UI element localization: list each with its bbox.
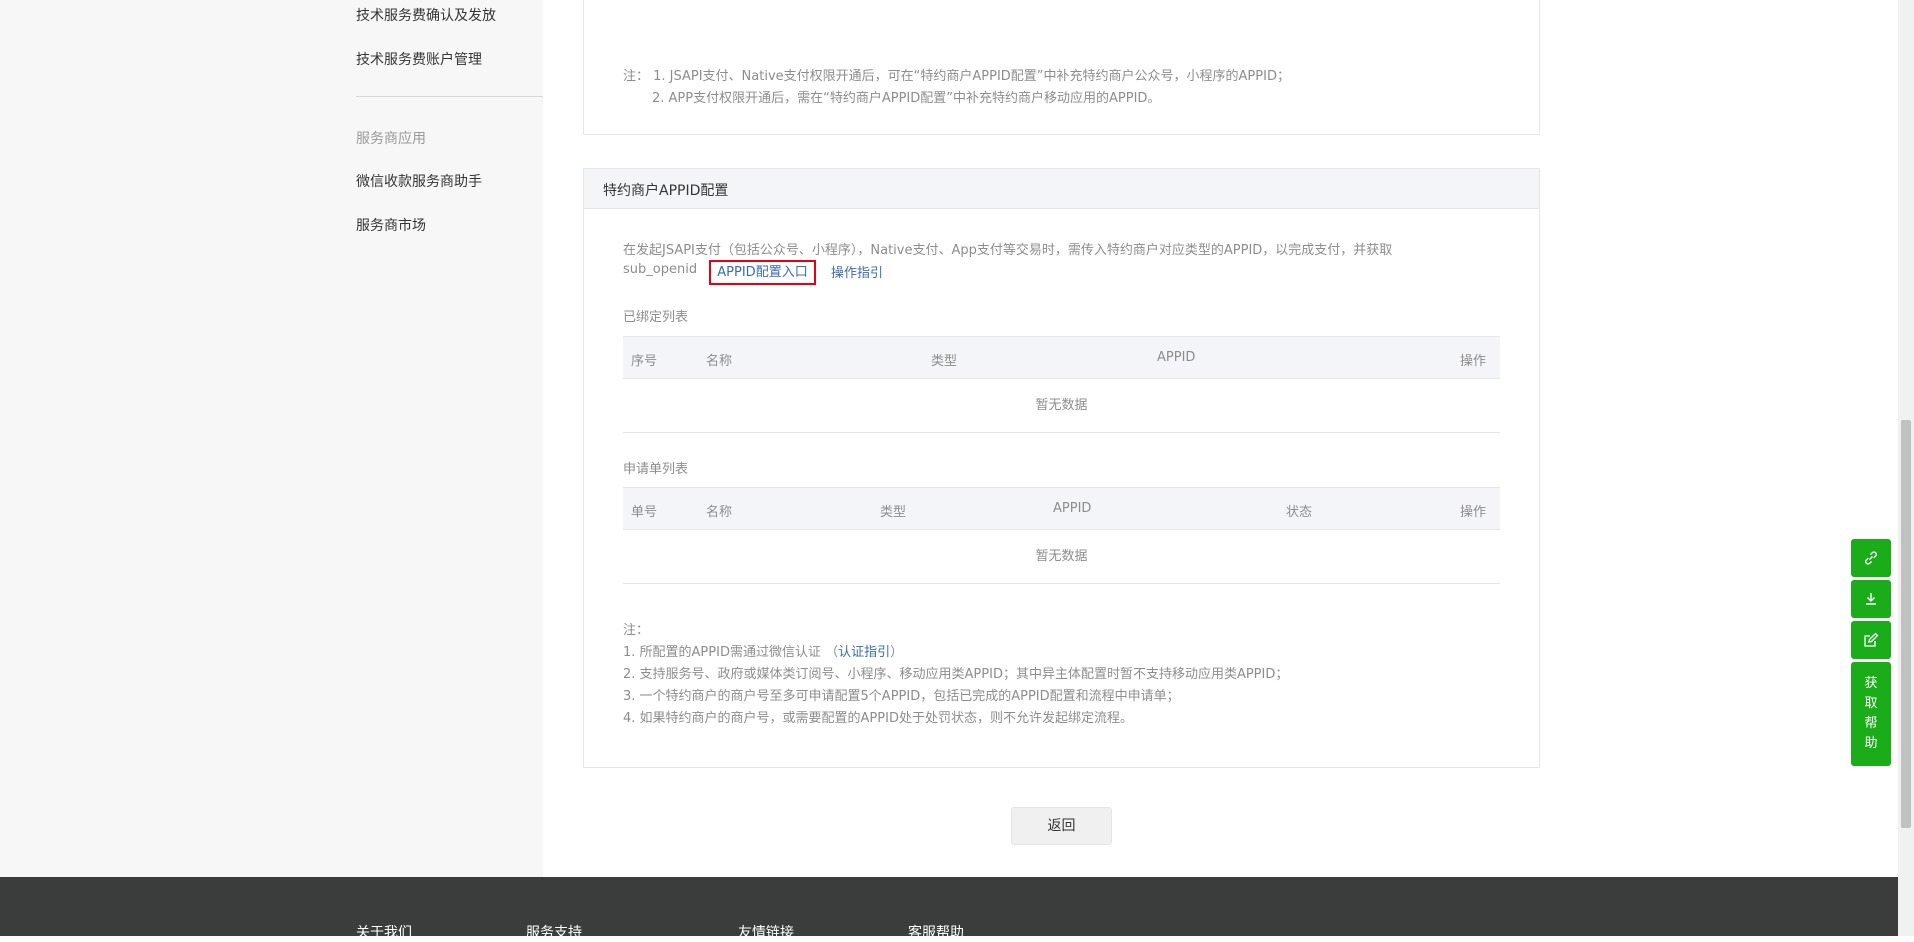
column-header: 操作 [1460,505,1487,520]
scrollbar-thumb[interactable] [1901,420,1911,828]
bound-table-empty: 暂无数据 [623,379,1500,433]
column-header: 名称 [706,505,733,520]
get-help-button[interactable]: 获取帮助 [1851,662,1891,766]
sidebar: 技术服务费确认及发放 技术服务费账户管理 服务商应用 微信收款服务商助手 服务商… [0,0,543,877]
column-header: APPID [1157,350,1196,365]
top-note-line-2: 2. APP支付权限开通后，需在“特约商户APPID配置”中补充特约商户移动应用… [652,91,1161,106]
column-header: 操作 [1460,354,1487,369]
column-header: APPID [1053,501,1092,516]
note-3: 3. 一个特约商户的商户号至多可申请配置5个APPID，包括已完成的APPID配… [623,689,1180,704]
appid-description-sub-openid: sub_openid [623,262,698,277]
note-2: 2. 支持服务号、政府或媒体类订阅号、小程序、移动应用类APPID；其中异主体配… [623,667,1289,682]
bound-list-label: 已绑定列表 [623,310,689,325]
panel-title: 特约商户APPID配置 [603,183,729,199]
sidebar-item-service-market[interactable]: 服务商市场 [356,215,426,235]
appid-config-entry-link[interactable]: APPID配置入口 [709,260,816,285]
apply-table-empty: 暂无数据 [623,530,1500,584]
sidebar-group-title: 服务商应用 [356,131,426,147]
page-scrollbar[interactable] [1898,0,1914,936]
sidebar-item-payment-assistant[interactable]: 微信收款服务商助手 [356,171,482,191]
footer-link-customer-help[interactable]: 客服帮助 [908,922,964,942]
edit-icon [1864,632,1879,647]
column-header: 单号 [631,505,658,520]
column-header: 类型 [931,354,958,369]
sidebar-divider [356,96,543,97]
link-tool-button[interactable] [1851,539,1891,577]
download-icon [1866,593,1876,605]
notes-title: 注： [623,623,650,638]
bound-table-header: 序号 名称 类型 APPID 操作 [623,336,1500,379]
certification-guide-link[interactable]: 认证指引 [838,645,890,660]
appid-description: 在发起JSAPI支付（包括公众号、小程序），Native支付、App支付等交易时… [623,243,1393,258]
note-1-suffix: ） [890,645,904,660]
column-header: 类型 [880,505,907,520]
sidebar-item-tech-fee-account[interactable]: 技术服务费账户管理 [356,49,482,69]
sidebar-item-tech-fee-confirm[interactable]: 技术服务费确认及发放 [356,5,496,25]
download-tool-button[interactable] [1851,580,1891,618]
note-1: 1. 所配置的APPID需通过微信认证 （认证指引） [623,641,903,660]
note-1-text: 1. 所配置的APPID需通过微信认证 （ [623,645,839,660]
top-note-line-1: 注： 1. JSAPI支付、Native支付权限开通后，可在“特约商户APPID… [623,69,1290,84]
footer-link-support[interactable]: 服务支持 [526,922,582,942]
footer-link-about[interactable]: 关于我们 [356,922,412,942]
operation-guide-link[interactable]: 操作指引 [831,262,883,281]
get-help-label: 获取帮助 [1864,676,1878,751]
link-icon [1865,551,1877,565]
footer-link-friends[interactable]: 友情链接 [738,922,794,942]
column-header: 序号 [631,354,658,369]
column-header: 名称 [706,354,733,369]
apply-list-label: 申请单列表 [623,462,689,477]
edit-tool-button[interactable] [1851,621,1891,659]
note-4: 4. 如果特约商户的商户号，或需要配置的APPID处于处罚状态，则不允许发起绑定… [623,711,1133,726]
column-header: 状态 [1286,505,1313,520]
back-button[interactable]: 返回 [1011,807,1112,845]
apply-table-header: 单号 名称 类型 APPID 状态 操作 [623,487,1500,530]
panel-header: 特约商户APPID配置 [584,169,1539,209]
